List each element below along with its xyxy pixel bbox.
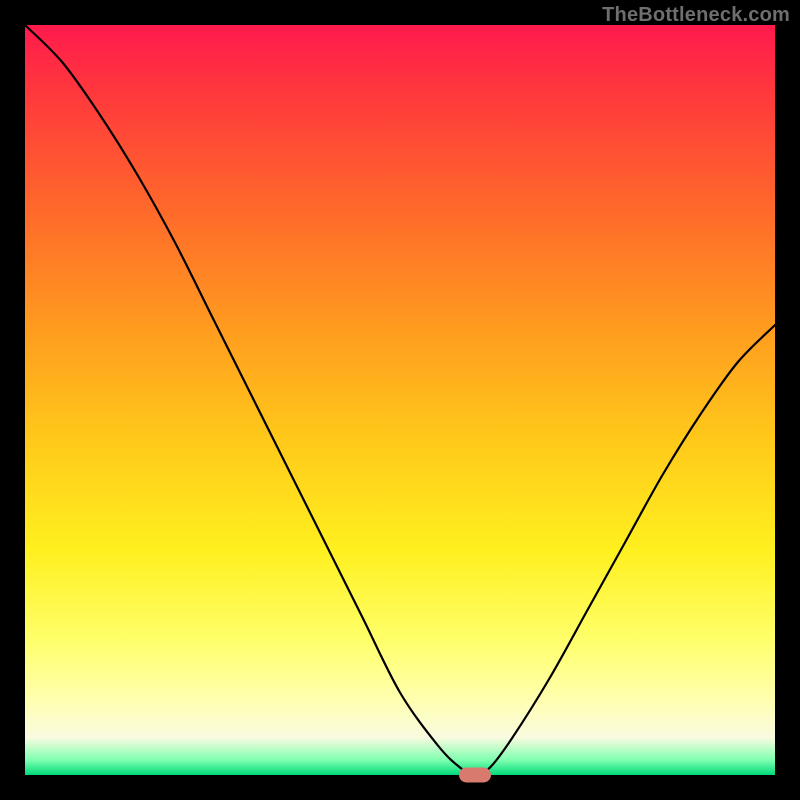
optimal-point-marker — [459, 768, 491, 783]
bottleneck-curve — [25, 25, 775, 775]
plot-area — [25, 25, 775, 775]
watermark-text: TheBottleneck.com — [602, 4, 790, 27]
curve-path — [25, 25, 775, 775]
chart-frame: TheBottleneck.com — [0, 0, 800, 800]
